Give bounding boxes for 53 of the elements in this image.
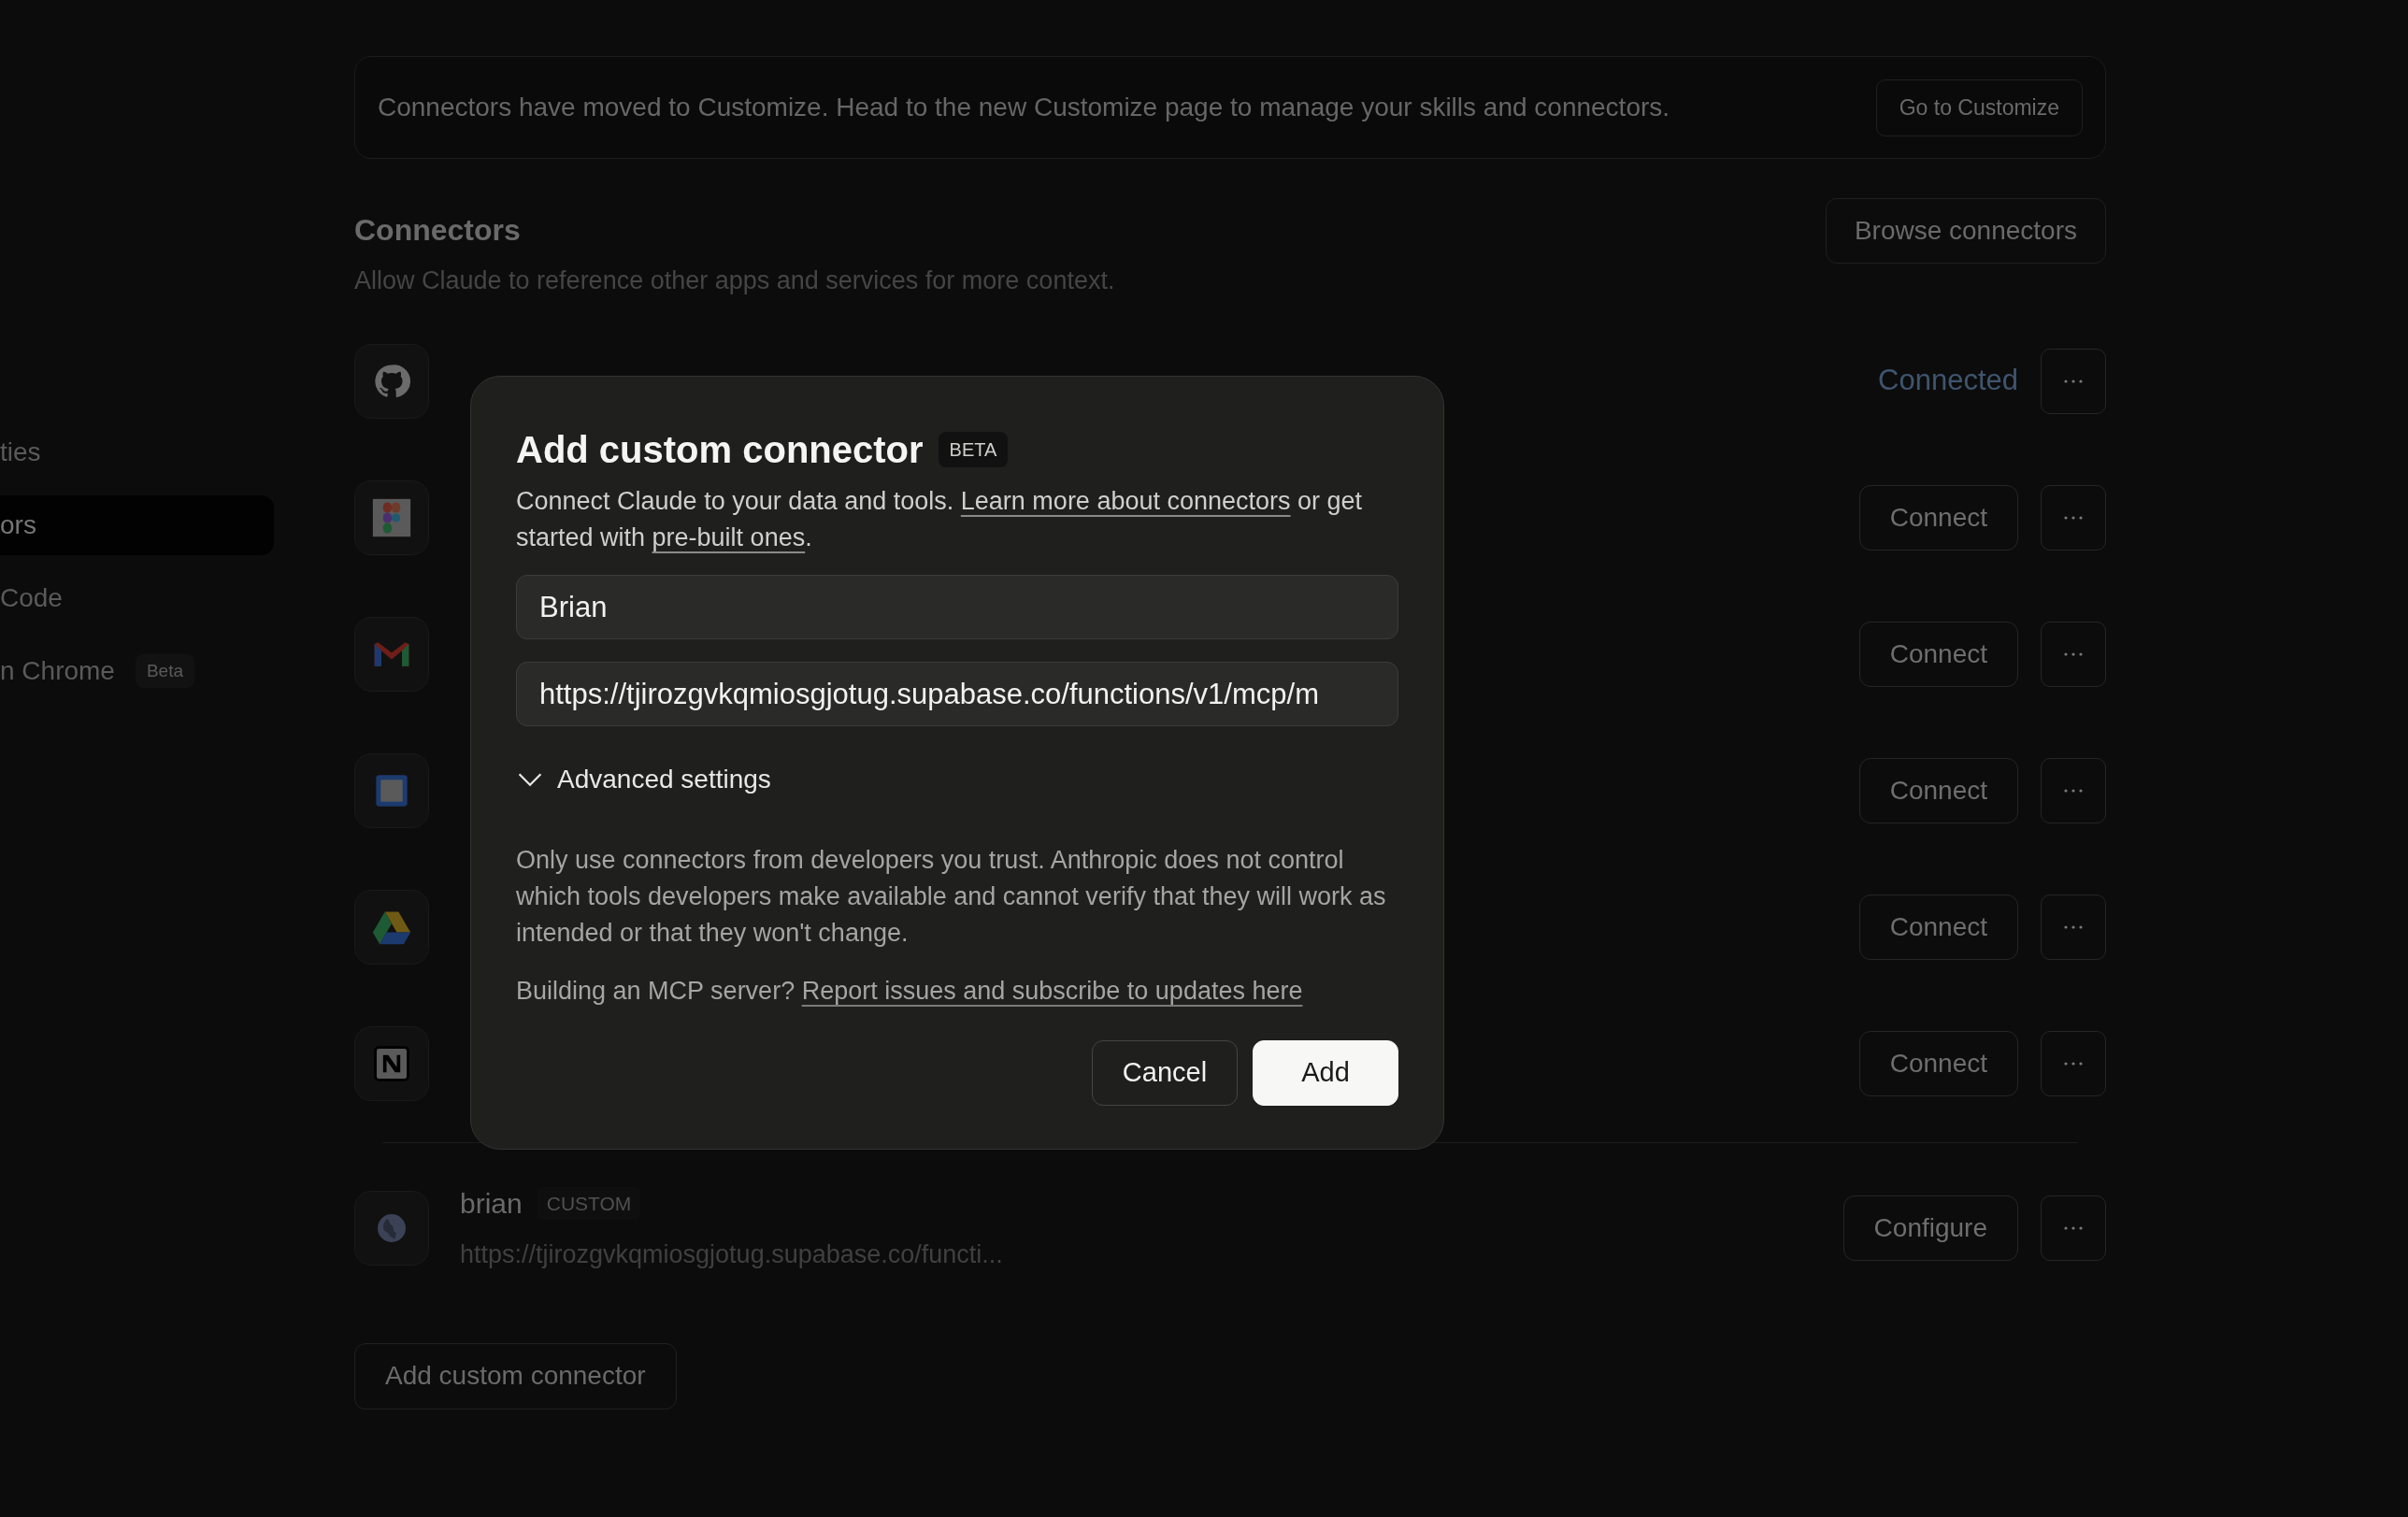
sidebar-label: ors (0, 509, 36, 541)
link[interactable]: pre-built ones (652, 523, 806, 551)
ellipsis-icon (2064, 515, 2083, 520)
connect-button[interactable]: Connect (1858, 894, 2018, 960)
more-options-button[interactable] (2041, 757, 2106, 823)
mcp-note: Building an MCP server? Report issues and subscribe to updates here (516, 976, 1304, 1007)
sidebar-item[interactable]: n Chrome Beta (0, 641, 274, 701)
ellipsis-icon (2064, 379, 2083, 383)
connected-status: Connected (1878, 363, 2018, 399)
url-field[interactable]: https://tjirozgvkqmiosgjotug.supabase.co/functions/v1/mcp/m (516, 662, 1398, 726)
connector-name: brian (460, 1186, 523, 1221)
link[interactable]: Learn more about connectors (960, 487, 1291, 515)
name-field[interactable]: Brian (516, 575, 1398, 639)
cancel-button[interactable]: Cancel (1092, 1039, 1238, 1106)
warning-text: Only use connectors from developers you trust. Anthropic does not control which tools developers make available and cannot verify that they will work as intended or that they won't change. (516, 845, 1387, 949)
ellipsis-icon (2064, 924, 2083, 929)
connect-button[interactable]: Connect (1858, 1030, 2018, 1096)
figma-logo-icon (371, 496, 412, 538)
sidebar-item[interactable]: ties (0, 422, 274, 482)
section-title: Connectors (354, 212, 522, 249)
connect-button[interactable]: Connect (1858, 757, 2018, 823)
ellipsis-icon (2064, 1225, 2083, 1230)
report-issues-link[interactable]: Report issues and subscribe to updates here (801, 977, 1303, 1005)
go-to-customize-button[interactable]: Go to Customize (1875, 79, 2083, 136)
configure-button[interactable]: Configure (1842, 1195, 2018, 1261)
notice-text: Connectors have moved to Customize. Head to the new Customize page to manage your skills and connectors. (378, 92, 1670, 123)
ellipsis-icon (2064, 651, 2083, 656)
sidebar-item[interactable]: ors (0, 495, 274, 555)
dialog-description: Connect Claude to your data and tools. Learn more about connectors or get started with pre-built ones. (516, 486, 1364, 553)
browse-connectors-button[interactable]: Browse connectors (1825, 198, 2106, 264)
more-options-button[interactable] (2041, 621, 2106, 687)
beta-badge: Beta (135, 653, 195, 689)
add-custom-connector-button[interactable]: Add custom connector (354, 1342, 677, 1410)
chevron-down-icon (516, 772, 544, 787)
sidebar-label: n Chrome (0, 655, 115, 687)
more-options-button[interactable] (2041, 484, 2106, 551)
cat-logo-icon (373, 362, 410, 400)
advanced-settings-toggle[interactable]: Advanced settings (516, 760, 771, 799)
more-options-button[interactable] (2041, 894, 2106, 960)
connect-button[interactable]: Connect (1858, 484, 2018, 551)
beta-badge: BETA (938, 432, 1009, 467)
sidebar-item[interactable]: Code (0, 568, 274, 628)
sidebar-label: ties (0, 436, 41, 468)
more-options-button[interactable] (2041, 1195, 2106, 1261)
connect-button[interactable]: Connect (1858, 621, 2018, 687)
more-options-button[interactable] (2041, 1030, 2106, 1096)
sidebar-label: Code (0, 582, 63, 614)
section-subtitle: Allow Claude to reference other apps and services for more context. (354, 265, 1115, 296)
add-button[interactable]: Add (1253, 1039, 1398, 1106)
more-options-button[interactable] (2041, 348, 2106, 414)
ellipsis-icon (2064, 788, 2083, 793)
dialog-title: Add custom connector (516, 428, 924, 472)
ellipsis-icon (2064, 1061, 2083, 1066)
